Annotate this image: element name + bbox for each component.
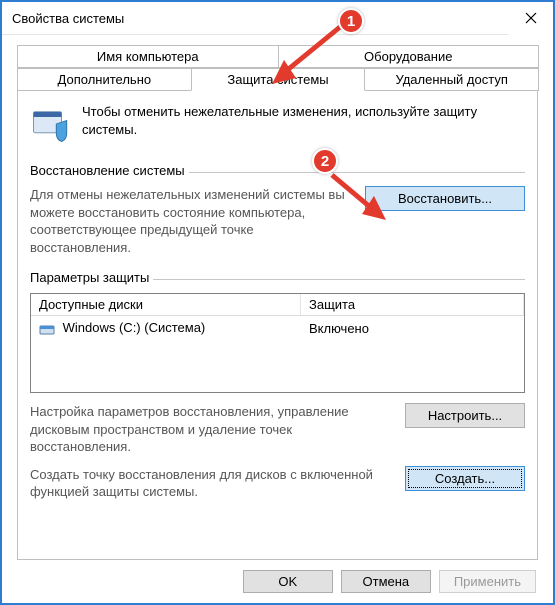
drive-icon bbox=[39, 321, 55, 337]
annotation-badge-1: 1 bbox=[338, 8, 364, 34]
intro-text: Чтобы отменить нежелательные изменения, … bbox=[82, 103, 525, 145]
tab-remote-access[interactable]: Удаленный доступ bbox=[364, 68, 539, 91]
tab-system-protection[interactable]: Защита системы bbox=[191, 68, 366, 91]
tab-advanced[interactable]: Дополнительно bbox=[17, 68, 192, 91]
tab-content: Чтобы отменить нежелательные изменения, … bbox=[17, 90, 538, 560]
window-title: Свойства системы bbox=[12, 11, 124, 26]
titlebar: Свойства системы bbox=[2, 2, 553, 35]
group-title-settings: Параметры защиты bbox=[30, 270, 153, 285]
restore-button[interactable]: Восстановить... bbox=[365, 186, 525, 211]
restore-description: Для отмены нежелательных изменений систе… bbox=[30, 186, 347, 256]
ok-button[interactable]: OK bbox=[243, 570, 333, 593]
group-settings: Параметры защиты Доступные диски Защита … bbox=[30, 270, 525, 501]
drive-protection: Включено bbox=[301, 319, 524, 338]
create-button[interactable]: Создать... bbox=[405, 466, 525, 491]
tab-hardware[interactable]: Оборудование bbox=[278, 45, 540, 68]
dialog-buttons: OK Отмена Применить bbox=[243, 570, 536, 593]
system-properties-window: 1 2 Свойства системы Имя компьютера Обор… bbox=[0, 0, 555, 605]
configure-description: Настройка параметров восстановления, упр… bbox=[30, 403, 391, 456]
group-title-restore: Восстановление системы bbox=[30, 163, 189, 178]
drive-name: Windows (C:) (Система) bbox=[63, 320, 206, 335]
close-button[interactable] bbox=[508, 2, 553, 35]
drives-header: Доступные диски Защита bbox=[31, 294, 524, 316]
create-description: Создать точку восстановления для дисков … bbox=[30, 466, 391, 501]
configure-button[interactable]: Настроить... bbox=[405, 403, 525, 428]
col-header-drives[interactable]: Доступные диски bbox=[31, 294, 301, 315]
drives-table: Доступные диски Защита Windows (C:) (Сис… bbox=[30, 293, 525, 393]
cancel-button[interactable]: Отмена bbox=[341, 570, 431, 593]
shield-icon bbox=[30, 103, 72, 145]
col-header-protection[interactable]: Защита bbox=[301, 294, 524, 315]
annotation-badge-2: 2 bbox=[312, 148, 338, 174]
close-icon bbox=[525, 12, 537, 24]
apply-button[interactable]: Применить bbox=[439, 570, 536, 593]
tab-computer-name[interactable]: Имя компьютера bbox=[17, 45, 279, 68]
group-restore: Восстановление системы Для отмены нежела… bbox=[30, 163, 525, 256]
intro-section: Чтобы отменить нежелательные изменения, … bbox=[30, 103, 525, 145]
tab-row-bottom: Дополнительно Защита системы Удаленный д… bbox=[17, 68, 538, 91]
tab-row-top: Имя компьютера Оборудование bbox=[17, 45, 538, 68]
table-row[interactable]: Windows (C:) (Система) Включено bbox=[31, 316, 524, 341]
